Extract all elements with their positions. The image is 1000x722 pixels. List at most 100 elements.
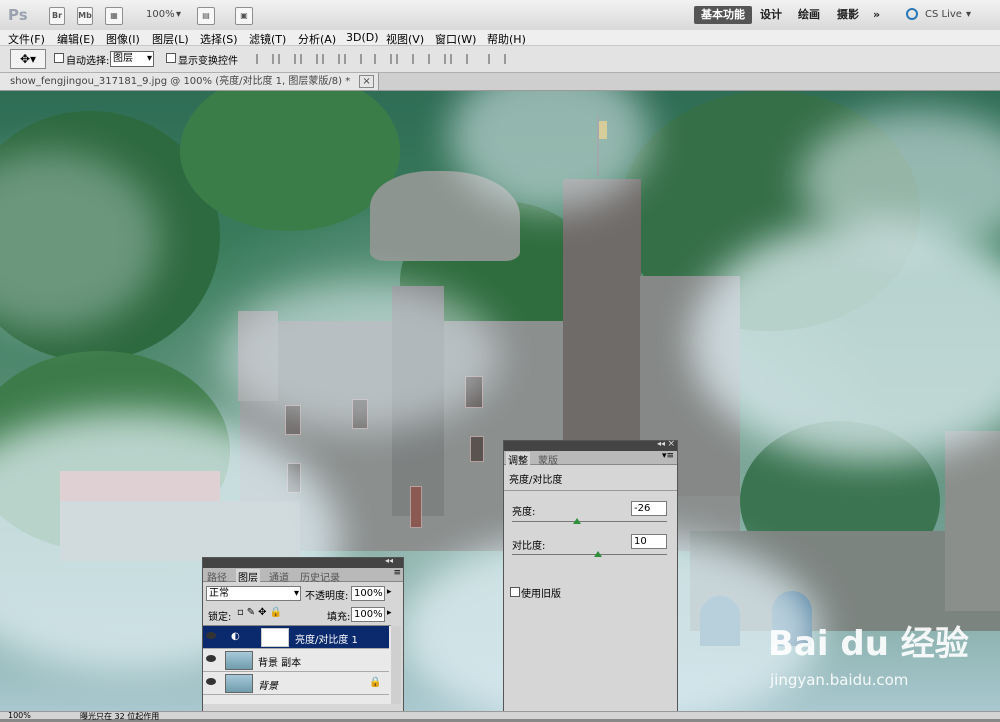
lock-label: 锁定:: [208, 612, 232, 623]
brightness-slider-thumb[interactable]: [573, 518, 581, 524]
show-transform-label: 显示变换控件: [178, 56, 238, 67]
bridge-button[interactable]: Br: [49, 7, 65, 25]
align-bottom-icon[interactable]: [300, 54, 318, 64]
layer-row[interactable]: ◐ 亮度/对比度 1: [203, 626, 389, 649]
menu-file[interactable]: 文件(F): [8, 31, 45, 47]
workspace-photography[interactable]: 摄影: [830, 6, 866, 24]
menu-filter[interactable]: 滤镜(T): [249, 31, 286, 47]
brightness-slider[interactable]: [512, 521, 667, 522]
cs-live-label[interactable]: CS Live: [925, 9, 962, 20]
menu-help[interactable]: 帮助(H): [487, 31, 526, 47]
baidu-watermark-url: jingyan.baidu.com: [770, 671, 909, 689]
tab-layers[interactable]: 图层: [236, 569, 260, 584]
castle-door: [410, 486, 422, 528]
tab-adjustments[interactable]: 调整: [506, 452, 530, 467]
menu-view[interactable]: 视图(V): [386, 31, 424, 47]
right-tower: [945, 431, 1000, 611]
tab-history[interactable]: 历史记录: [298, 569, 342, 584]
menu-edit[interactable]: 编辑(E): [57, 31, 95, 47]
layer-list: ◐ 亮度/对比度 1 背景 副本 背景 🔒: [203, 625, 401, 704]
layer-row[interactable]: 背景 🔒: [203, 672, 389, 695]
menu-select[interactable]: 选择(S): [200, 31, 238, 47]
tab-masks[interactable]: 蒙版: [536, 452, 560, 467]
contrast-label: 对比度:: [512, 541, 546, 552]
auto-select-target-select[interactable]: 图层 ▾: [110, 51, 154, 67]
distribute-left-icon[interactable]: [428, 54, 446, 64]
workspace-design[interactable]: 设计: [753, 6, 789, 24]
cs-live-dropdown-icon[interactable]: ▾: [966, 9, 971, 20]
document-title: show_fengjingou_317181_9.jpg @ 100% (亮度/…: [10, 76, 351, 87]
more-workspaces-icon[interactable]: »: [866, 6, 887, 24]
distribute-center-icon[interactable]: [396, 54, 414, 64]
chevron-down-icon: ▾: [146, 53, 152, 64]
contrast-slider-thumb[interactable]: [594, 551, 602, 557]
fill-label: 填充:: [327, 612, 351, 623]
align-top-icon[interactable]: [256, 54, 274, 64]
document-tab[interactable]: show_fengjingou_317181_9.jpg @ 100% (亮度/…: [0, 73, 379, 90]
auto-select-label: 自动选择:: [66, 56, 110, 67]
fog-patch: [220, 281, 500, 431]
menu-window[interactable]: 窗口(W): [435, 31, 476, 47]
align-vcenter-icon[interactable]: [278, 54, 296, 64]
blend-mode-select[interactable]: 正常 ▾: [206, 586, 301, 601]
panel-menu-icon[interactable]: ▾≡: [662, 451, 674, 461]
view-extras-icon[interactable]: ▦: [105, 7, 123, 25]
show-transform-checkbox[interactable]: [166, 53, 176, 63]
align-left-icon[interactable]: [322, 54, 340, 64]
eye-icon[interactable]: [206, 655, 216, 662]
adjustments-tabs: 调整 蒙版 ▾≡: [504, 451, 677, 467]
menu-3d[interactable]: 3D(D): [346, 31, 379, 44]
tab-channels[interactable]: 通道: [267, 569, 291, 584]
close-icon[interactable]: ×: [359, 75, 374, 88]
status-info: 曝光只在 32 位起作用: [80, 712, 160, 721]
photoshop-logo: Ps: [8, 6, 28, 24]
collapse-icon[interactable]: ◂◂: [657, 439, 665, 448]
zoom-dropdown-icon[interactable]: ▾: [176, 9, 181, 20]
layer-row[interactable]: 背景 副本: [203, 649, 389, 672]
arrange-documents-icon[interactable]: ▤: [197, 7, 215, 25]
baidu-watermark-logo: Bai du 经验: [768, 624, 969, 664]
collapse-icon[interactable]: ◂◂: [385, 556, 393, 565]
fill-arrow-icon[interactable]: ▸: [387, 608, 392, 618]
use-legacy-label: 使用旧版: [521, 589, 561, 600]
brightness-input[interactable]: -26: [631, 501, 667, 516]
opacity-input[interactable]: 100%: [351, 586, 385, 601]
workspace-essentials[interactable]: 基本功能: [694, 6, 752, 24]
panel-header[interactable]: ◂◂: [203, 556, 403, 568]
contrast-slider[interactable]: [512, 554, 667, 555]
screen-mode-icon[interactable]: ▣: [235, 7, 253, 25]
panel-header[interactable]: ◂◂ ×: [504, 439, 677, 451]
menu-image[interactable]: 图像(I): [106, 31, 140, 47]
menu-analysis[interactable]: 分析(A): [298, 31, 336, 47]
fill-input[interactable]: 100%: [351, 607, 385, 622]
distribute-right-icon[interactable]: [450, 54, 468, 64]
move-tool-icon[interactable]: ✥▾: [10, 49, 46, 69]
distribute-top-icon[interactable]: [374, 54, 392, 64]
status-zoom[interactable]: 100%: [8, 711, 31, 720]
auto-select-target-value: 图层: [113, 53, 133, 64]
use-legacy-checkbox[interactable]: [510, 587, 520, 597]
mini-bridge-button[interactable]: Mb: [77, 7, 93, 25]
auto-align-icon[interactable]: [488, 54, 506, 64]
eye-icon[interactable]: [206, 632, 216, 639]
align-hcenter-icon[interactable]: [344, 54, 362, 64]
eye-icon[interactable]: [206, 678, 216, 685]
castle-window: [470, 436, 484, 462]
opacity-arrow-icon[interactable]: ▸: [387, 587, 392, 597]
layer-list-scrollbar[interactable]: [391, 626, 401, 704]
auto-select-checkbox[interactable]: [54, 53, 64, 63]
tab-paths[interactable]: 路径: [205, 569, 229, 584]
cs-live-icon[interactable]: [906, 8, 918, 20]
zoom-level[interactable]: 100%: [146, 9, 175, 20]
menu-layer[interactable]: 图层(L): [152, 31, 189, 47]
divider: [504, 490, 677, 491]
layer-thumbnail: [225, 651, 253, 670]
contrast-input[interactable]: 10: [631, 534, 667, 549]
lock-icons[interactable]: ▫✎✥🔒: [237, 607, 285, 618]
workspace-painting[interactable]: 绘画: [791, 6, 827, 24]
layer-name: 背景: [258, 681, 278, 692]
close-icon[interactable]: ×: [667, 439, 675, 449]
layer-mask-thumbnail[interactable]: [261, 628, 289, 647]
panel-menu-icon[interactable]: ≡: [393, 568, 401, 578]
image-canvas[interactable]: Bai du 经验 jingyan.baidu.com: [0, 91, 1000, 711]
